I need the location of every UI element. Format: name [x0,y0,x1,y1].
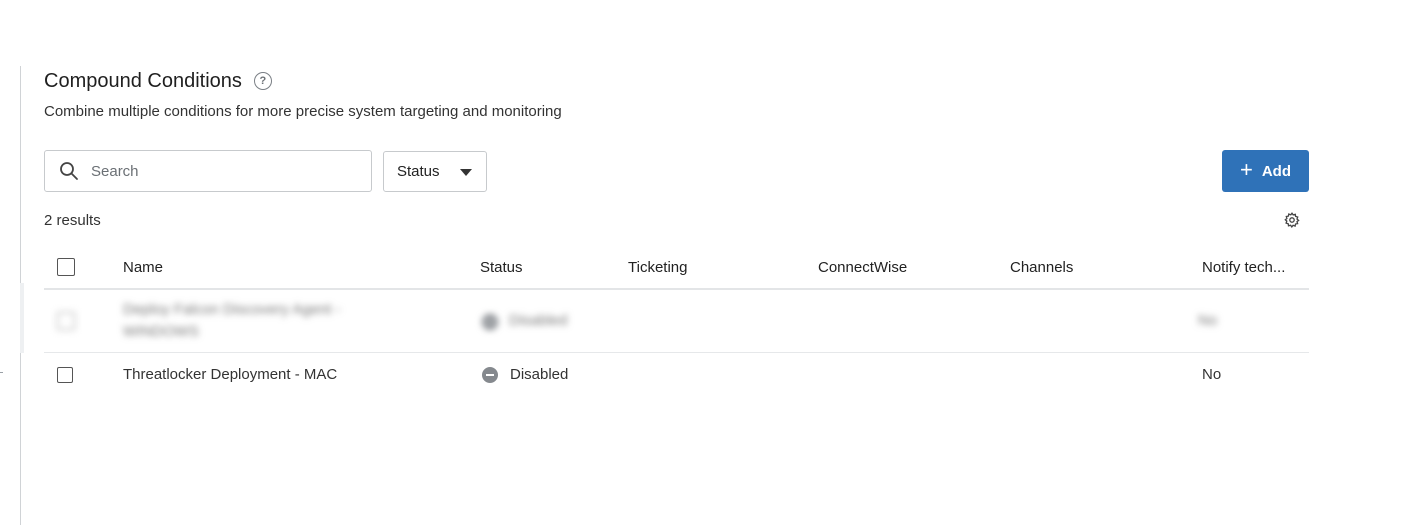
title-row: Compound Conditions ? [44,66,1309,96]
plus-icon: + [1239,157,1253,182]
column-header-ticketing[interactable]: Ticketing [628,259,687,276]
page-title: Compound Conditions [44,69,242,92]
row-notify: No [1202,366,1222,383]
status-filter-dropdown[interactable]: Status [383,151,487,192]
row-status: Disabled [509,312,568,329]
add-button-label: Add [1261,162,1292,180]
conditions-table: Name Status Ticketing ConnectWise Channe… [44,252,1309,397]
panel-left-highlight [20,283,24,353]
row-status: Disabled [510,366,569,383]
row-checkbox[interactable] [57,312,75,330]
select-all-checkbox[interactable] [57,258,75,276]
compound-conditions-page: Compound Conditions ? Combine multiple c… [44,66,1309,383]
status-filter-label: Status [397,163,440,180]
status-disabled-icon [482,367,498,383]
row-name[interactable]: Deploy Falcon Discovery Agent - WINDOWS [123,299,393,343]
page-subtitle: Combine multiple conditions for more pre… [44,103,562,120]
search-box[interactable] [44,150,372,192]
status-disabled-icon [482,314,498,330]
caret-down-icon [460,169,472,176]
panel-edge-tick [0,372,3,373]
table-header: Name Status Ticketing ConnectWise Channe… [44,252,1309,290]
column-header-notify-tech[interactable]: Notify tech... [1202,259,1285,276]
results-row: 2 results [44,212,1309,230]
row-notify: No [1198,312,1218,329]
row-name[interactable]: Threatlocker Deployment - MAC [123,366,337,383]
column-header-connectwise[interactable]: ConnectWise [818,259,907,276]
table-row[interactable]: Deploy Falcon Discovery Agent - WINDOWS … [44,290,1309,353]
column-header-name[interactable]: Name [123,259,163,276]
column-header-status[interactable]: Status [480,259,523,276]
help-icon[interactable]: ? [253,72,272,90]
column-header-channels[interactable]: Channels [1010,259,1073,276]
search-input[interactable] [89,161,353,181]
toolbar: Status + Add [44,150,1309,194]
row-checkbox[interactable] [57,367,73,383]
table-row[interactable]: Threatlocker Deployment - MAC Disabled N… [44,353,1309,397]
add-button[interactable]: + Add [1222,150,1309,192]
gear-icon[interactable] [1284,212,1300,228]
search-icon [59,161,79,181]
results-count: 2 results [44,212,101,229]
